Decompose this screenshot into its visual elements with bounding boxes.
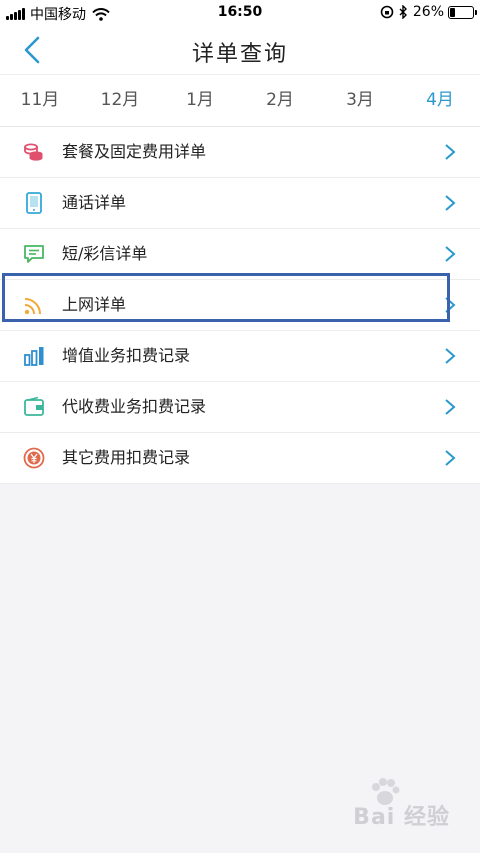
tab-dec[interactable]: 12月 [80,75,160,127]
list-item-label: 短/彩信详单 [62,244,148,263]
list-item-label: 套餐及固定费用详单 [62,142,207,161]
chevron-right-icon [445,144,456,160]
detail-menu-list: 套餐及固定费用详单 通话详单 短/彩信详单 上网详单 增值业务扣费记录 代收费业… [0,126,480,484]
tab-jan[interactable]: 1月 [160,75,240,127]
list-item-label: 通话详单 [62,193,127,212]
list-item-package-fees[interactable]: 套餐及固定费用详单 [0,127,480,178]
chevron-right-icon [445,297,456,313]
month-tabs: 11月 12月 1月 2月 3月 4月 [0,74,480,128]
chevron-right-icon [445,246,456,262]
list-item-label: 其它费用扣费记录 [62,448,191,467]
list-item-value-added-charges[interactable]: 增值业务扣费记录 [0,331,480,382]
list-item-sms-details[interactable]: 短/彩信详单 [0,229,480,280]
yuan-coin-icon [23,447,45,469]
list-item-other-charges[interactable]: 其它费用扣费记录 [0,433,480,484]
list-item-label: 上网详单 [62,295,127,314]
bar-chart-icon [24,347,44,366]
battery-icon [448,5,477,19]
tab-nov[interactable]: 11月 [0,75,80,127]
rss-icon [24,298,41,315]
chevron-right-icon [445,399,456,415]
bluetooth-icon [399,5,407,19]
page-title: 详单查询 [191,42,288,67]
list-item-collection-charges[interactable]: 代收费业务扣费记录 [0,382,480,433]
coins-icon [24,143,43,161]
navigation-bar: 详单查询 [0,26,480,74]
message-icon [24,245,44,263]
status-bar: 中国移动 16:50 26% [0,0,480,26]
chevron-right-icon [445,348,456,364]
battery-percent: 26% [412,4,444,20]
list-item-data-usage[interactable]: 上网详单 [0,280,480,331]
watermark-text: Bai 经验 [353,805,450,830]
tab-mar[interactable]: 3月 [320,75,400,127]
phone-icon [26,192,42,214]
list-item-call-details[interactable]: 通话详单 [0,178,480,229]
tab-apr[interactable]: 4月 [400,75,480,128]
wallet-icon [24,396,44,416]
chevron-right-icon [445,195,456,211]
list-item-label: 增值业务扣费记录 [62,346,191,365]
chevron-right-icon [445,450,456,466]
list-item-label: 代收费业务扣费记录 [62,397,207,416]
orientation-lock-icon [380,5,394,19]
tab-feb[interactable]: 2月 [240,75,320,127]
